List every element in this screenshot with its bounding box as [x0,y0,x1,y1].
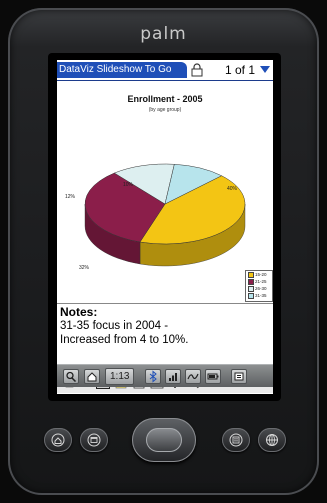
legend-item: 26-30 [248,286,267,292]
calendar-button-icon [87,433,101,447]
home-button-icon [51,433,65,447]
menu-icon[interactable] [231,369,247,384]
bluetooth-icon[interactable] [145,369,161,384]
legend-item: 21-25 [248,279,267,285]
slice-label-15-20: 40% [227,186,238,192]
screen: DataViz Slideshow To Go 1 of 1 Enrollmen… [57,60,273,394]
calendar-button[interactable] [80,428,108,452]
battery-icon[interactable] [205,369,221,384]
contacts-button[interactable] [222,428,250,452]
page-dropdown-arrow-icon[interactable] [260,66,270,73]
notes-divider [57,303,273,304]
center-navigator[interactable] [132,418,196,462]
time-display[interactable]: 1:13 [105,368,135,385]
chart-legend: 15-20 21-25 26-30 31-35 [245,270,273,302]
web-button[interactable] [258,428,286,452]
legend-item: 15-20 [248,272,267,278]
home-icon[interactable] [84,369,100,384]
signal-icon[interactable] [165,369,181,384]
page-indicator[interactable]: 1 of 1 [225,62,255,78]
home-button[interactable] [44,428,72,452]
notes-heading: Notes: [60,305,98,319]
slide-notes: Notes: 31-35 focus in 2004 - Increased f… [60,306,272,347]
brand-logo: palm [140,24,187,44]
app-title[interactable]: DataViz Slideshow To Go [57,62,187,78]
slice-label-21-25: 32% [79,265,90,271]
web-button-icon [266,434,278,446]
notes-line: 31-35 focus in 2004 - [60,320,169,332]
notes-line: Increased from 4 to 10%. [60,334,189,346]
app-titlebar: DataViz Slideshow To Go 1 of 1 [57,60,273,81]
search-icon[interactable] [63,369,79,384]
slice-label-26-30: 12% [65,194,76,200]
legend-item: 31-35 [248,293,267,299]
center-select-button[interactable] [146,428,182,452]
status-bar: 1:13 [57,364,273,387]
slide: Enrollment - 2005 (by age group) 40% 32%… [57,82,273,302]
brightness-icon[interactable] [185,369,201,384]
contacts-button-icon [229,433,243,447]
lock-icon[interactable] [191,63,203,77]
pie-chart [84,163,246,267]
slice-label-31-35: 10% [123,182,134,188]
